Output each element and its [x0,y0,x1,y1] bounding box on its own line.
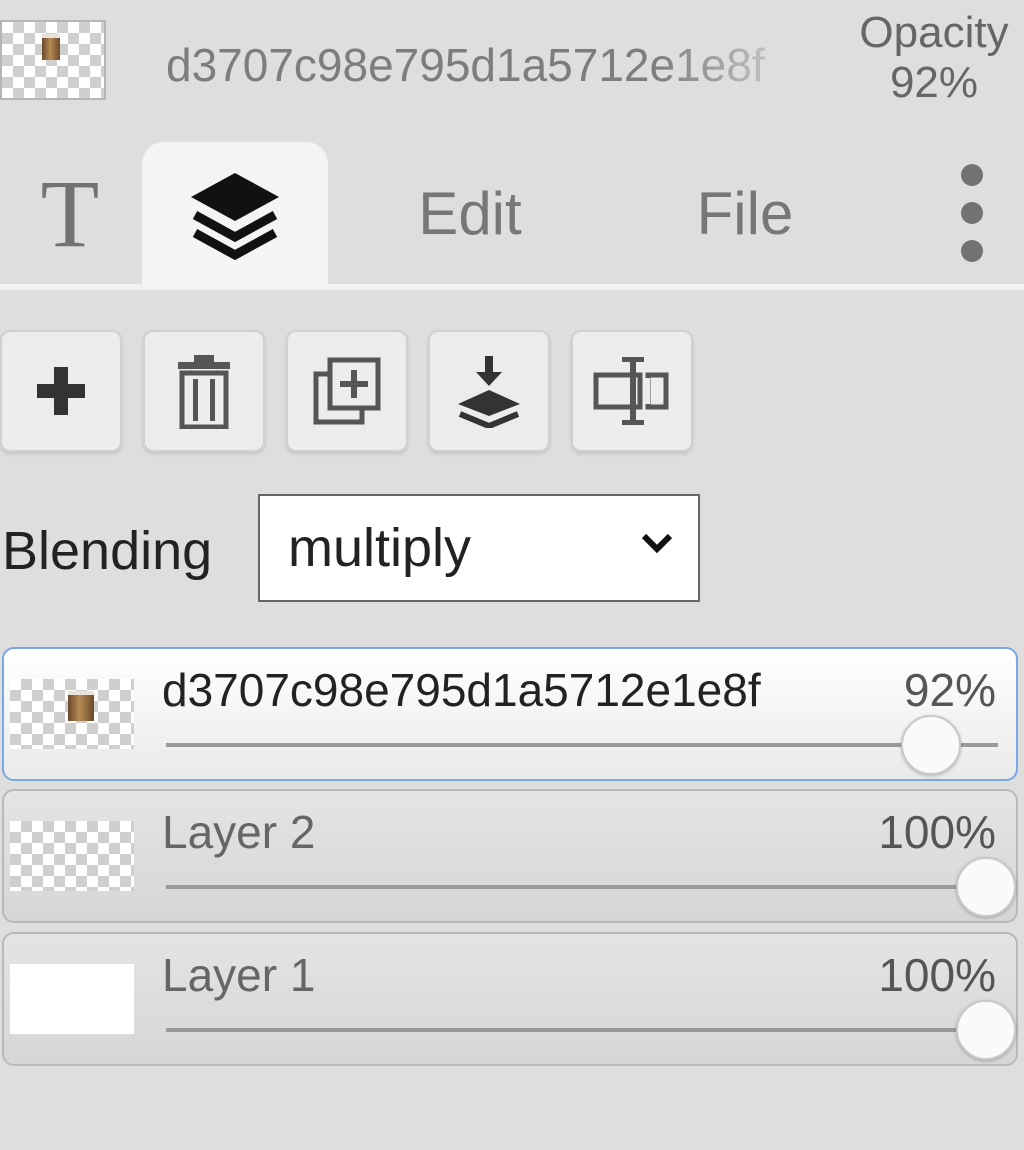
layer-thumbnail [10,821,134,891]
tab-divider [0,284,1024,290]
tab-layers[interactable] [142,142,328,288]
layer-item[interactable]: Layer 1 100% [2,932,1018,1066]
rename-icon [593,357,669,425]
opacity-label: Opacity [859,8,1009,57]
opacity-value: 92% [889,58,979,107]
blending-mode-select[interactable]: multiply [258,494,700,602]
merge-down-icon [458,356,520,428]
tab-file[interactable]: File [660,142,830,284]
blending-mode-value: multiply [288,518,472,578]
layer-item[interactable]: d3707c98e795d1a5712e1e8f 92% [2,647,1018,781]
thumbnail-object [42,34,60,60]
chevron-down-icon [641,533,673,554]
layer-item[interactable]: Layer 2 100% [2,789,1018,923]
layer-opacity-value: 100% [878,806,996,858]
active-layer-opacity: Opacity 92% [850,8,1018,108]
duplicate-icon [313,357,381,425]
slider-handle[interactable] [956,1000,1016,1060]
layer-thumbnail [10,679,134,749]
tab-bar: T Edit File [0,142,1024,288]
text-icon: T [40,159,100,267]
more-vertical-icon [961,164,983,262]
slider-handle[interactable] [956,857,1016,917]
plus-icon [37,367,85,415]
layers-icon [191,173,279,261]
merge-down-button[interactable] [428,330,550,452]
layer-thumbnail [10,964,134,1034]
more-menu-button[interactable] [940,142,1004,284]
layer-opacity-value: 92% [903,664,996,716]
layer-opacity-slider[interactable] [166,1028,998,1032]
blending-label: Blending [2,521,213,581]
layer-name: Layer 2 [162,806,316,858]
rename-layer-button[interactable] [571,330,693,452]
layer-opacity-slider[interactable] [166,743,998,747]
active-layer-name: d3707c98e795d1a5712e1e8f [166,39,765,91]
tab-edit[interactable]: Edit [380,142,560,284]
panel-header: d3707c98e795d1a5712e1e8f Opacity 92% [0,0,1024,130]
trash-icon [178,355,230,429]
layer-name: Layer 1 [162,949,316,1001]
slider-handle[interactable] [901,715,962,775]
layer-opacity-slider[interactable] [166,885,998,889]
tab-text[interactable]: T [0,142,140,284]
active-layer-thumbnail [0,20,106,100]
layer-opacity-value: 100% [878,949,996,1001]
add-layer-button[interactable] [0,330,122,452]
thumbnail-object [68,691,94,721]
delete-layer-button[interactable] [143,330,265,452]
duplicate-layer-button[interactable] [286,330,408,452]
layer-name: d3707c98e795d1a5712e1e8f [162,664,761,716]
